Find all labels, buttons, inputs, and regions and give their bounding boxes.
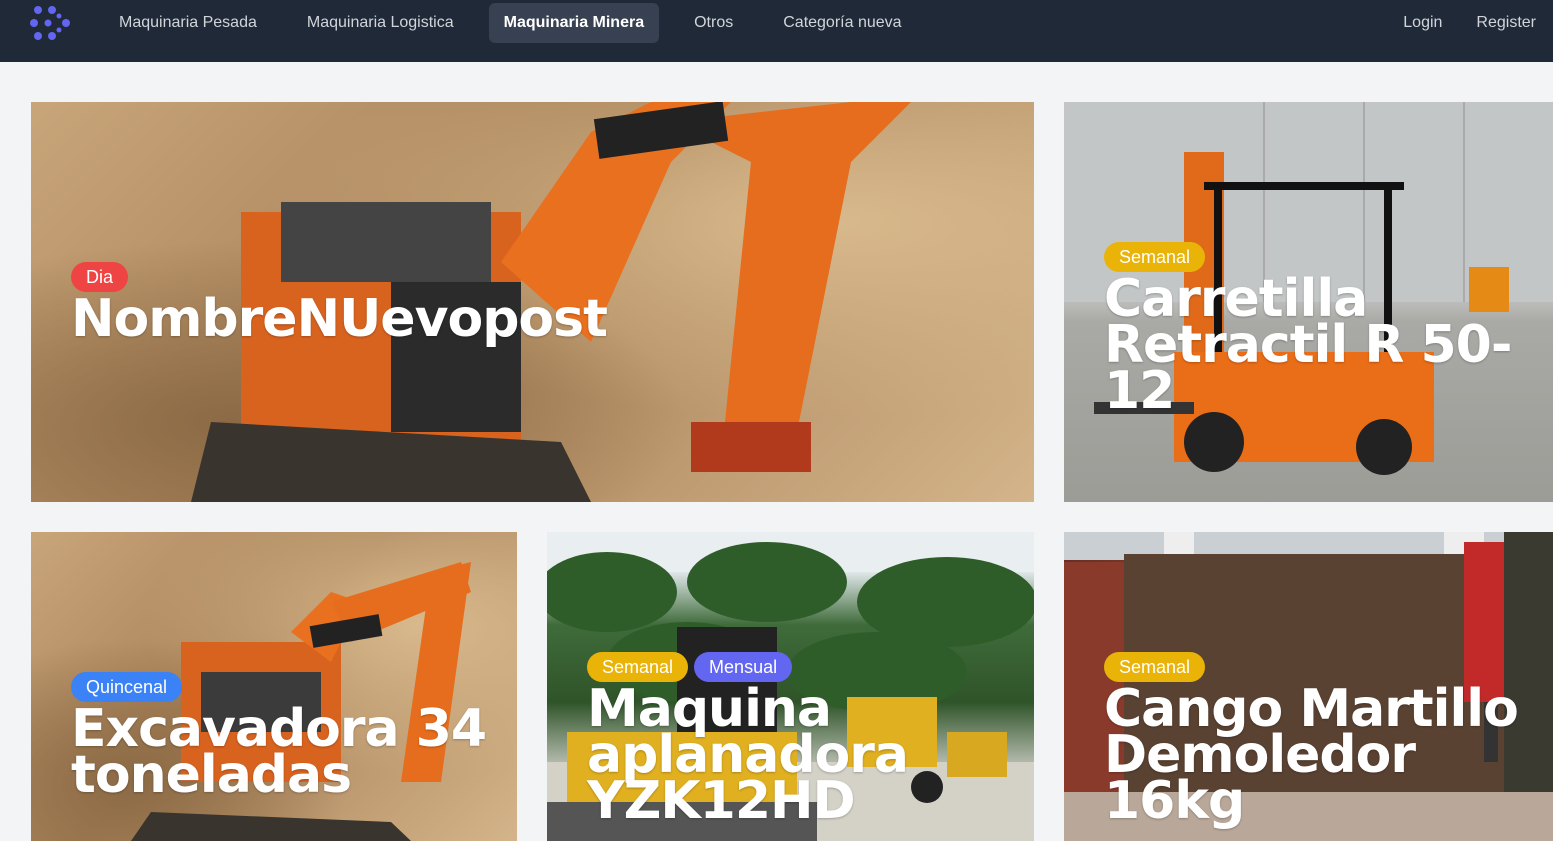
post-card[interactable]: Semanal Mensual Maquina aplanadora YZK12… (547, 532, 1034, 841)
rental-period-badge: Semanal (1104, 242, 1206, 272)
top-navbar: Maquinaria Pesada Maquinaria Logistica M… (0, 0, 1553, 62)
nav-link-categoria-nueva[interactable]: Categoría nueva (768, 3, 916, 43)
card-title: Excavadora 34 toneladas (71, 699, 487, 805)
post-card[interactable]: Semanal Carretilla Retractil R 50-12 (1064, 102, 1553, 502)
login-link[interactable]: Login (1403, 14, 1442, 32)
logo-icon[interactable] (30, 3, 74, 43)
card-title: Carretilla Retractil R 50-12 (1104, 269, 1512, 421)
card-title: Cango Martillo Demoledor 16kg (1104, 679, 1519, 831)
post-card[interactable]: Semanal Cango Martillo Demoledor 16kg (1064, 532, 1553, 841)
post-card[interactable]: Quincenal Excavadora 34 toneladas (31, 532, 517, 841)
register-link[interactable]: Register (1476, 14, 1536, 32)
rental-period-badge: Semanal (587, 652, 689, 682)
nav-link-otros[interactable]: Otros (679, 3, 748, 43)
nav-link-maquinaria-pesada[interactable]: Maquinaria Pesada (104, 3, 272, 43)
post-card[interactable]: Dia NombreNUevopost (31, 102, 1034, 502)
rental-period-badge: Mensual (694, 652, 793, 682)
nav-link-maquinaria-minera[interactable]: Maquinaria Minera (488, 2, 660, 43)
card-title: Maquina aplanadora YZK12HD (587, 679, 909, 831)
card-title: NombreNUevopost (71, 289, 608, 349)
nav-link-maquinaria-logistica[interactable]: Maquinaria Logistica (292, 3, 469, 43)
rental-period-badge: Dia (71, 262, 129, 292)
rental-period-badge: Semanal (1104, 652, 1206, 682)
rental-period-badge: Quincenal (71, 672, 183, 702)
